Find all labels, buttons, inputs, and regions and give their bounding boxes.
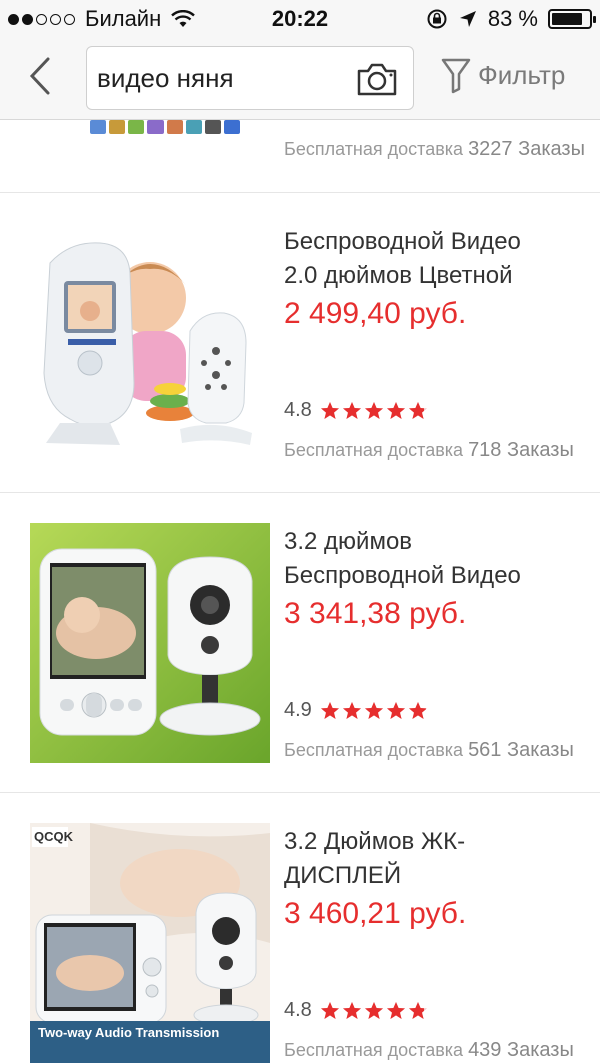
- star-icon: [320, 1001, 339, 1019]
- star-rating-icon: [320, 701, 428, 721]
- star-icon: [408, 701, 427, 719]
- product-title-line: ДИСПЛЕЙ: [284, 862, 402, 889]
- product-info: 3.2 Дюймов ЖК- ДИСПЛЕЙ 3 460,21 руб.: [284, 825, 584, 931]
- star-icon: [386, 701, 405, 719]
- orders-count: 561 Заказы: [468, 739, 574, 761]
- star-icon: [342, 701, 361, 719]
- product-title: 3.2 дюймов Беспроводной Видео: [284, 525, 584, 593]
- funnel-icon: [441, 58, 471, 94]
- product-title-line: 3.2 Дюймов ЖК-: [284, 828, 466, 855]
- product-title-line: Беспроводной Видео: [284, 228, 521, 255]
- orders-count: 439 Заказы: [468, 1039, 574, 1061]
- list-item[interactable]: Беспроводной Видео 2.0 дюймов Цветной 2 …: [0, 193, 600, 493]
- star-icon: [364, 701, 383, 719]
- star-icon: [408, 1001, 427, 1019]
- free-shipping-label: Бесплатная доставка: [284, 440, 464, 460]
- battery-icon: [548, 9, 596, 29]
- carrier-name: Билайн: [85, 6, 162, 31]
- star-icon: [408, 401, 427, 419]
- search-input[interactable]: видео няня: [86, 46, 414, 110]
- product-image: [30, 523, 270, 763]
- rating: 4.8: [284, 999, 428, 1022]
- camera-search-button[interactable]: [355, 59, 399, 99]
- rotation-lock-icon: [427, 9, 447, 29]
- status-bar: Билайн 20:22 83 %: [0, 0, 600, 38]
- star-icon: [386, 401, 405, 419]
- product-price: 3 341,38 руб.: [284, 597, 467, 630]
- rating-value: 4.9: [284, 699, 312, 721]
- battery-percent: 83 %: [487, 6, 538, 31]
- filter-label: Фильтр: [478, 59, 566, 90]
- shipping-info: Бесплатная доставка 439 Заказы: [284, 1039, 574, 1062]
- search-query: видео няня: [97, 63, 234, 93]
- product-title-line: 2.0 дюймов Цветной: [284, 262, 513, 289]
- star-icon: [320, 401, 339, 419]
- free-shipping-label: Бесплатная доставка: [284, 1040, 464, 1060]
- orders-count: 718 Заказы: [468, 439, 574, 461]
- rating: 4.8: [284, 399, 428, 422]
- back-button[interactable]: [22, 54, 58, 98]
- product-image: [30, 223, 270, 463]
- product-title-line: Беспроводной Видео: [284, 562, 521, 589]
- filter-button[interactable]: Фильтр: [440, 56, 565, 94]
- location-arrow-icon: [459, 11, 476, 27]
- free-shipping-label: Бесплатная доставка: [284, 139, 464, 159]
- shipping-info: Бесплатная доставка 561 Заказы: [284, 739, 574, 762]
- star-rating-icon: [320, 1001, 428, 1021]
- product-title: 3.2 Дюймов ЖК- ДИСПЛЕЙ: [284, 825, 584, 893]
- star-icon: [386, 1001, 405, 1019]
- list-item[interactable]: QCQK Two-way Audio Transmission 3.2 Дюйм…: [0, 793, 600, 1063]
- list-item[interactable]: Бесплатная доставка 3227 Заказы: [0, 120, 600, 193]
- free-shipping-label: Бесплатная доставка: [284, 740, 464, 760]
- image-caption: Two-way Audio Transmission: [38, 1025, 220, 1040]
- star-icon: [364, 1001, 383, 1019]
- product-list: Бесплатная доставка 3227 Заказы Беспрово…: [0, 120, 600, 1063]
- product-title: Беспроводной Видео 2.0 дюймов Цветной: [284, 225, 584, 293]
- star-icon: [342, 401, 361, 419]
- product-title-line: 3.2 дюймов: [284, 528, 413, 555]
- product-price: 3 460,21 руб.: [284, 897, 467, 930]
- wifi-icon: [171, 10, 196, 27]
- shipping-info: Бесплатная доставка 718 Заказы: [284, 439, 574, 462]
- svg-text:QCQK: QCQK: [34, 829, 74, 844]
- star-icon: [320, 701, 339, 719]
- product-price: 2 499,40 руб.: [284, 297, 467, 330]
- product-image: [90, 120, 240, 134]
- product-image: QCQK Two-way Audio Transmission: [30, 823, 270, 1063]
- search-header: видео няня Фильтр: [0, 38, 600, 120]
- orders-count: 3227 Заказы: [468, 138, 585, 160]
- camera-icon: [357, 63, 397, 96]
- signal-strength-icon: [8, 13, 75, 25]
- list-item[interactable]: 3.2 дюймов Беспроводной Видео 3 341,38 р…: [0, 493, 600, 793]
- star-rating-icon: [320, 401, 428, 421]
- rating-value: 4.8: [284, 399, 312, 421]
- product-info: Беспроводной Видео 2.0 дюймов Цветной 2 …: [284, 225, 584, 331]
- rating: 4.9: [284, 699, 428, 722]
- chevron-left-icon: [29, 57, 50, 95]
- star-icon: [364, 401, 383, 419]
- star-icon: [342, 1001, 361, 1019]
- shipping-info: Бесплатная доставка 3227 Заказы: [284, 138, 585, 161]
- product-info: 3.2 дюймов Беспроводной Видео 3 341,38 р…: [284, 525, 584, 631]
- rating-value: 4.8: [284, 999, 312, 1021]
